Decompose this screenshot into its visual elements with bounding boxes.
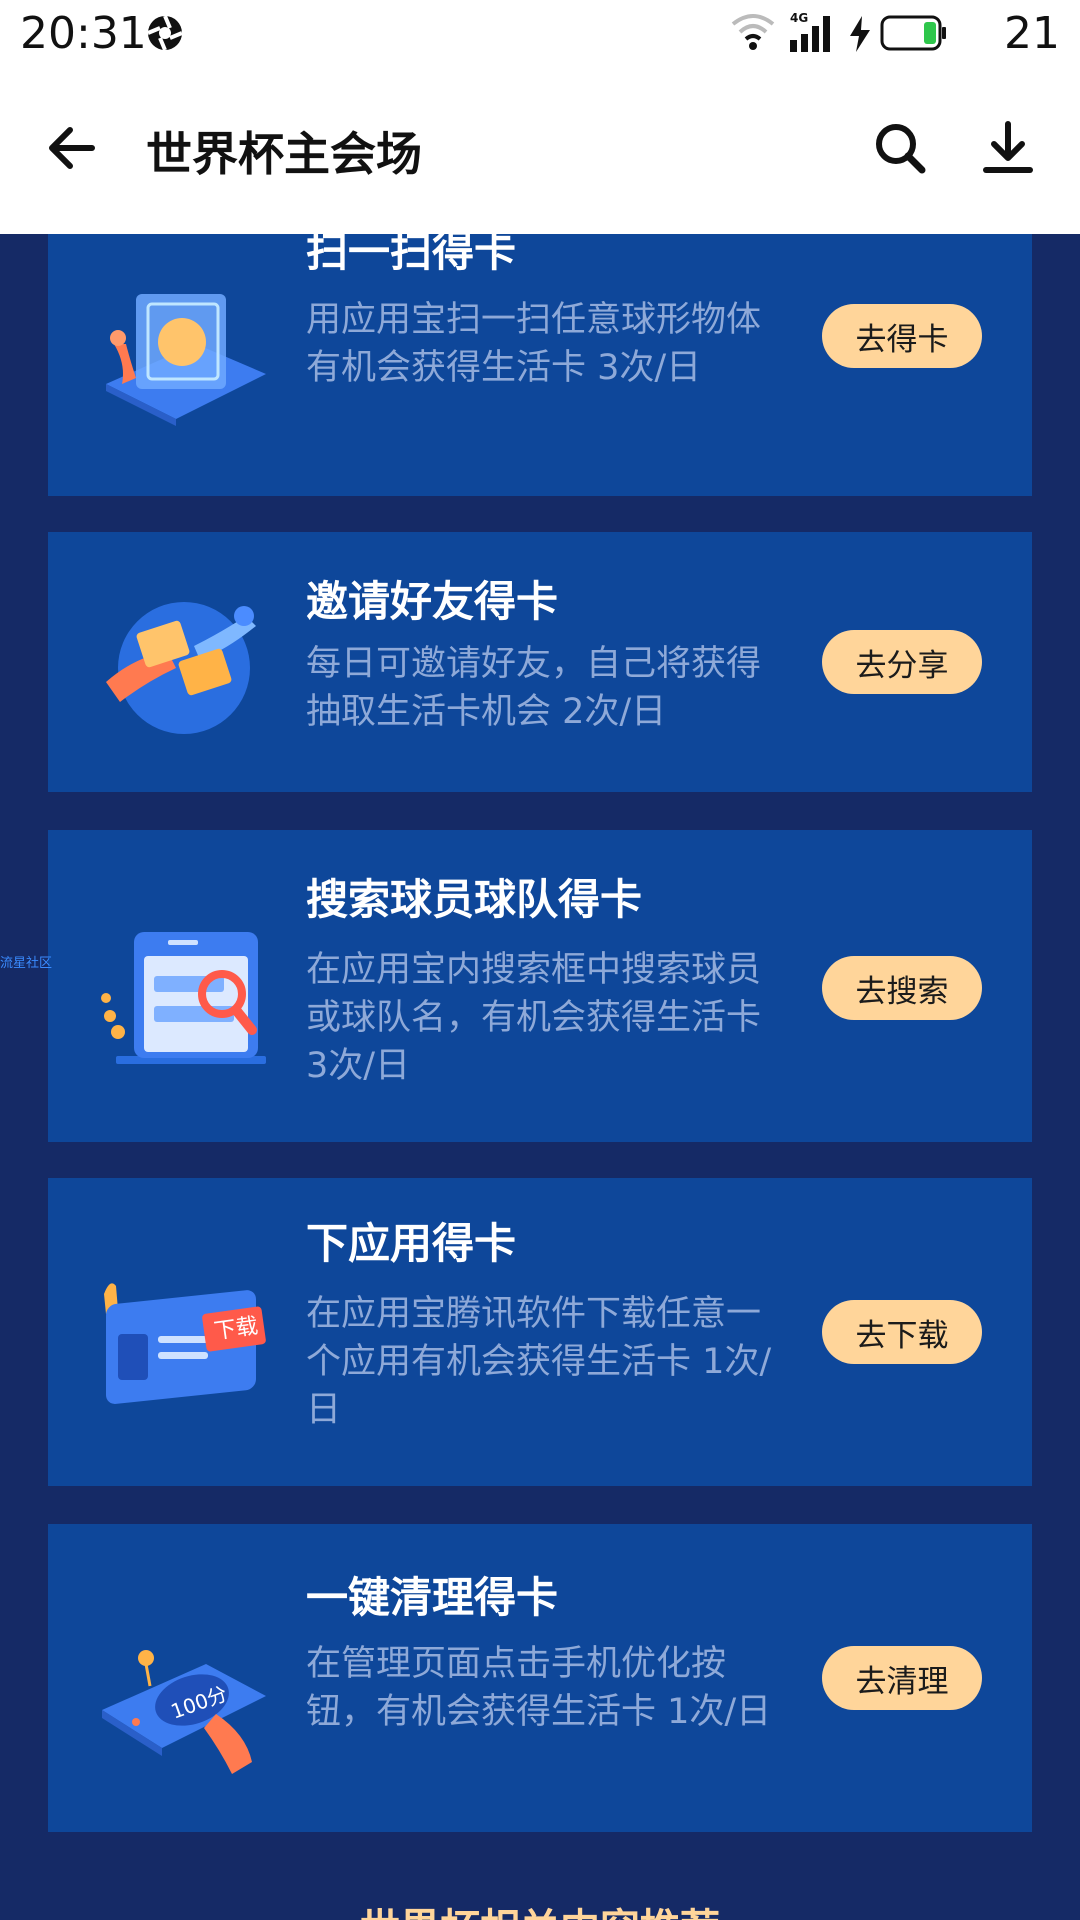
download-button[interactable]: 去下载 <box>822 1300 982 1364</box>
task-title: 下应用得卡 <box>306 1219 517 1268</box>
charging-icon <box>850 16 870 52</box>
task-title: 邀请好友得卡 <box>306 577 559 626</box>
battery-level: 21 <box>1004 8 1060 59</box>
section-heading: 世界杯相关内容推荐 <box>0 1896 1080 1920</box>
back-arrow-icon[interactable] <box>42 118 102 178</box>
get-card-button[interactable]: 去得卡 <box>822 304 982 368</box>
task-desc: 每日可邀请好友，自己将获得抽取生活卡机会 2次/日 <box>306 644 762 732</box>
task-desc: 在应用宝内搜索框中搜索球员或球队名，有机会获得生活卡 3次/日 <box>306 950 762 1086</box>
status-time: 20:31 <box>20 8 147 59</box>
status-icons: 4G 21 <box>730 8 1060 59</box>
task-title: 一键清理得卡 <box>306 1573 559 1622</box>
invite-illustration-icon <box>106 602 256 734</box>
battery-icon <box>880 15 946 51</box>
task-desc: 在管理页面点击手机优化按钮，有机会获得生活卡 1次/日 <box>306 1644 772 1732</box>
share-button[interactable]: 去分享 <box>822 630 982 694</box>
scan-illustration-icon <box>106 294 266 426</box>
signal-4g-icon: 4G <box>790 11 830 52</box>
task-desc: 用应用宝扫一扫任意球形物体 有机会获得生活卡 3次/日 <box>306 300 762 388</box>
task-card-clean: 100分 一键清理得卡 在管理页面点击手机优化按钮，有机会获得生活卡 1次/日 … <box>48 1524 1032 1832</box>
task-card-download: 下载 下应用得卡 在应用宝腾讯软件下载任意一个应用有机会获得生活卡 1次/日 去… <box>48 1178 1032 1486</box>
wifi-icon <box>731 14 775 50</box>
search-button[interactable]: 去搜索 <box>822 956 982 1020</box>
watermark: 流星社区 <box>0 956 53 971</box>
task-card-scan: 扫一扫得卡 用应用宝扫一扫任意球形物体 有机会获得生活卡 3次/日 去得卡 <box>48 234 1032 496</box>
search-illustration-icon <box>101 932 266 1064</box>
page-title: 世界杯主会场 <box>146 127 422 181</box>
task-desc: 在应用宝腾讯软件下载任意一个应用有机会获得生活卡 1次/日 <box>306 1294 772 1430</box>
task-list[interactable]: 扫一扫得卡 用应用宝扫一扫任意球形物体 有机会获得生活卡 3次/日 去得卡 邀请… <box>0 234 1080 1920</box>
aperture-icon <box>147 15 183 51</box>
svg-text:4G: 4G <box>790 11 808 25</box>
status-bar: 20:31 4G 21 <box>0 0 1080 66</box>
download-icon[interactable] <box>980 118 1036 178</box>
app-bar: 世界杯主会场 <box>0 66 1080 234</box>
task-card-search: 搜索球员球队得卡 在应用宝内搜索框中搜索球员或球队名，有机会获得生活卡 3次/日… <box>48 830 1032 1142</box>
search-icon[interactable] <box>872 118 928 178</box>
task-title: 扫一扫得卡 <box>306 234 517 276</box>
download-illustration-icon: 下载 <box>104 1283 266 1404</box>
task-title: 搜索球员球队得卡 <box>306 875 643 924</box>
clean-illustration-icon: 100分 <box>102 1650 266 1774</box>
task-card-invite: 邀请好友得卡 每日可邀请好友，自己将获得抽取生活卡机会 2次/日 去分享 <box>48 532 1032 792</box>
clean-button[interactable]: 去清理 <box>822 1646 982 1710</box>
